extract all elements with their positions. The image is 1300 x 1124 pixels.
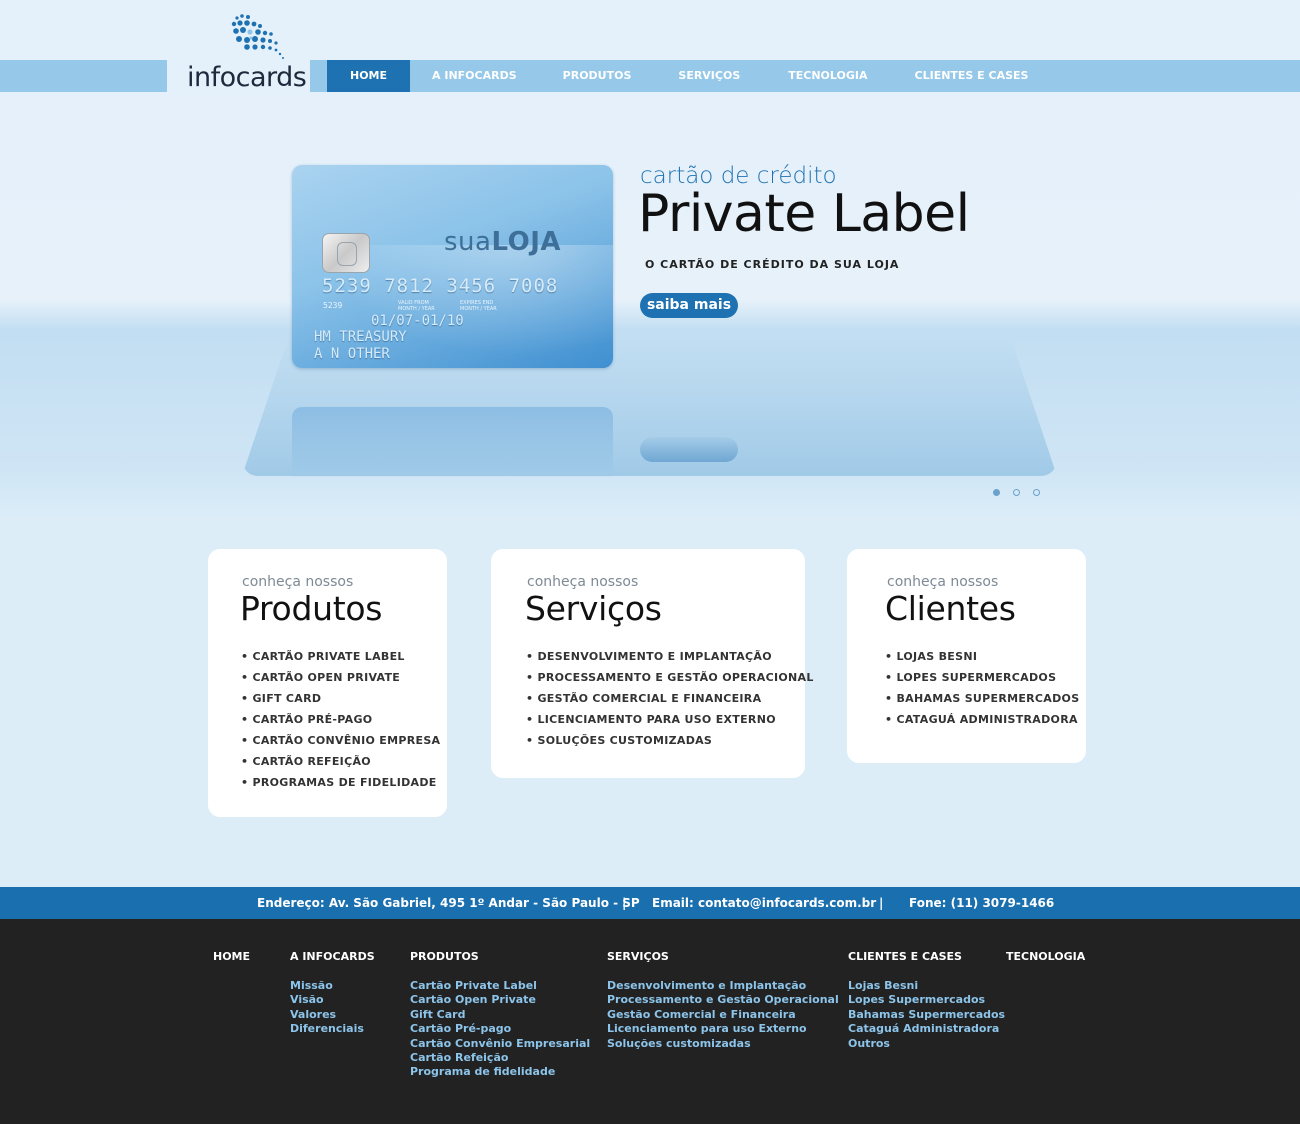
footer-links: Missão Visão Valores Diferenciais — [290, 979, 375, 1037]
list-item[interactable]: Cartão Private Label — [241, 646, 440, 667]
contact-address: Endereço: Av. São Gabriel, 495 1º Andar … — [257, 896, 640, 910]
hero-tagline: O CARTÃO DE CRÉDITO DA SUA LOJA — [645, 258, 900, 271]
hero-title: Private Label — [638, 184, 970, 244]
card-holder-line1: HM TREASURY — [314, 329, 407, 345]
footer-link[interactable]: Desenvolvimento e Implantação — [607, 979, 839, 993]
logo[interactable]: infocards — [167, 8, 310, 94]
contact-bar: Endereço: Av. São Gabriel, 495 1º Andar … — [0, 887, 1300, 919]
saiba-mais-button[interactable]: saiba mais — [640, 293, 738, 318]
footer-heading[interactable]: HOME — [213, 950, 250, 964]
hero-credit-card-image: suaLOJA 5239 7812 3456 7008 5239 VALID F… — [292, 165, 613, 368]
list-item[interactable]: Licenciamento para uso Externo — [526, 709, 814, 730]
footer-heading[interactable]: A INFOCARDS — [290, 950, 375, 964]
nav-a-infocards[interactable]: A INFOCARDS — [410, 60, 540, 92]
footer-col-produtos: PRODUTOS Cartão Private Label Cartão Ope… — [410, 950, 590, 1080]
logo-text: infocards — [187, 62, 307, 93]
list-item[interactable]: Cataguá Administradora — [885, 709, 1079, 730]
list-item[interactable]: Gift Card — [241, 688, 440, 709]
footer-link[interactable]: Lojas Besni — [848, 979, 1005, 993]
footer-links: Lojas Besni Lopes Supermercados Bahamas … — [848, 979, 1005, 1051]
list-item[interactable]: Bahamas Supermercados — [885, 688, 1079, 709]
footer-links: Cartão Private Label Cartão Open Private… — [410, 979, 590, 1080]
card-small-number: 5239 — [323, 301, 343, 310]
card-expires-label: EXPIRES END MONTH / YEAR — [460, 300, 497, 312]
nav-tecnologia[interactable]: TECNOLOGIA — [764, 60, 890, 92]
footer-heading[interactable]: SERVIÇOS — [607, 950, 839, 964]
contact-email[interactable]: Email: contato@infocards.com.br — [652, 887, 876, 919]
main-nav: HOME A INFOCARDS PRODUTOS SERVIÇOS TECNO… — [327, 60, 1050, 92]
list-item[interactable]: Desenvolvimento e Implantação — [526, 646, 814, 667]
footer-link[interactable]: Cartão Pré-pago — [410, 1022, 590, 1036]
list-item[interactable]: Cartão Open Private — [241, 667, 440, 688]
footer-heading[interactable]: PRODUTOS — [410, 950, 590, 964]
nav-produtos[interactable]: PRODUTOS — [540, 60, 655, 92]
footer-link[interactable]: Bahamas Supermercados — [848, 1008, 1005, 1022]
servicos-pre: conheça nossos — [527, 574, 639, 590]
nav-clientes-e-cases[interactable]: CLIENTES E CASES — [891, 60, 1051, 92]
slider-dot-1[interactable] — [993, 489, 1000, 496]
footer-link[interactable]: Cartão Private Label — [410, 979, 590, 993]
footer-heading[interactable]: TECNOLOGIA — [1006, 950, 1085, 964]
card-dates: 01/07-01/10 — [371, 313, 464, 329]
footer-link[interactable]: Soluções customizadas — [607, 1037, 839, 1051]
slider-dots — [993, 489, 1040, 496]
footer-col-servicos: SERVIÇOS Desenvolvimento e Implantação P… — [607, 950, 839, 1051]
list-item[interactable]: Soluções Customizadas — [526, 730, 814, 751]
slider-dot-3[interactable] — [1033, 489, 1040, 496]
footer-link[interactable]: Cataguá Administradora — [848, 1022, 1005, 1036]
card-brand-light: sua — [444, 227, 492, 257]
footer-link[interactable]: Visão — [290, 993, 375, 1007]
footer-link[interactable]: Diferenciais — [290, 1022, 375, 1036]
logo-dots-icon — [231, 14, 284, 59]
contact-separator: | — [879, 896, 884, 910]
list-item[interactable]: Gestão Comercial e Financeira — [526, 688, 814, 709]
contact-separator: | — [622, 896, 627, 910]
footer-link[interactable]: Processamento e Gestão Operacional — [607, 993, 839, 1007]
footer-link[interactable]: Missão — [290, 979, 375, 993]
footer-col-tecnologia: TECNOLOGIA — [1006, 950, 1085, 964]
card-reflection — [292, 407, 613, 477]
footer-link[interactable]: Programa de fidelidade — [410, 1065, 590, 1079]
contact-phone: Fone: (11) 3079-1466 — [909, 896, 1055, 910]
footer-link[interactable]: Cartão Convênio Empresarial — [410, 1037, 590, 1051]
card-number: 5239 7812 3456 7008 — [322, 275, 559, 297]
list-item[interactable]: Lopes Supermercados — [885, 667, 1079, 688]
list-item[interactable]: Processamento e Gestão Operacional — [526, 667, 814, 688]
nav-servicos[interactable]: SERVIÇOS — [654, 60, 764, 92]
produtos-list: Cartão Private Label Cartão Open Private… — [241, 646, 440, 793]
footer-link[interactable]: Gift Card — [410, 1008, 590, 1022]
footer-heading[interactable]: CLIENTES E CASES — [848, 950, 1005, 964]
produtos-title[interactable]: Produtos — [240, 589, 382, 628]
list-item[interactable]: Programas de Fidelidade — [241, 772, 440, 793]
list-item[interactable]: Cartão Convênio Empresa — [241, 730, 440, 751]
footer-link[interactable]: Valores — [290, 1008, 375, 1022]
footer-col-infocards: A INFOCARDS Missão Visão Valores Diferen… — [290, 950, 375, 1037]
card-holder-line2: A N OTHER — [314, 346, 390, 362]
card-chip-icon — [322, 233, 370, 273]
list-item[interactable]: Cartão Pré-pago — [241, 709, 440, 730]
card-brand-bold: LOJA — [491, 227, 562, 257]
clientes-pre: conheça nossos — [887, 574, 999, 590]
card-brand: suaLOJA — [444, 227, 561, 257]
servicos-list: Desenvolvimento e Implantação Processame… — [526, 646, 814, 751]
footer-link[interactable]: Gestão Comercial e Financeira — [607, 1008, 839, 1022]
saiba-mais-reflection — [640, 437, 738, 462]
clientes-title[interactable]: Clientes — [885, 589, 1016, 628]
footer-link[interactable]: Licenciamento para uso Externo — [607, 1022, 839, 1036]
nav-home[interactable]: HOME — [327, 60, 411, 92]
servicos-title[interactable]: Serviços — [525, 589, 662, 628]
footer-links: Desenvolvimento e Implantação Processame… — [607, 979, 839, 1051]
slider-dot-2[interactable] — [1013, 489, 1020, 496]
footer-col-home: HOME — [213, 950, 250, 964]
footer-col-clientes: CLIENTES E CASES Lojas Besni Lopes Super… — [848, 950, 1005, 1051]
clientes-list: Lojas Besni Lopes Supermercados Bahamas … — [885, 646, 1079, 730]
footer-link[interactable]: Outros — [848, 1037, 1005, 1051]
list-item[interactable]: Cartão Refeição — [241, 751, 440, 772]
list-item[interactable]: Lojas Besni — [885, 646, 1079, 667]
produtos-pre: conheça nossos — [242, 574, 354, 590]
footer-link[interactable]: Lopes Supermercados — [848, 993, 1005, 1007]
footer-link[interactable]: Cartão Refeição — [410, 1051, 590, 1065]
footer-link[interactable]: Cartão Open Private — [410, 993, 590, 1007]
card-valid-label: VALID FROM MONTH / YEAR — [398, 300, 435, 312]
